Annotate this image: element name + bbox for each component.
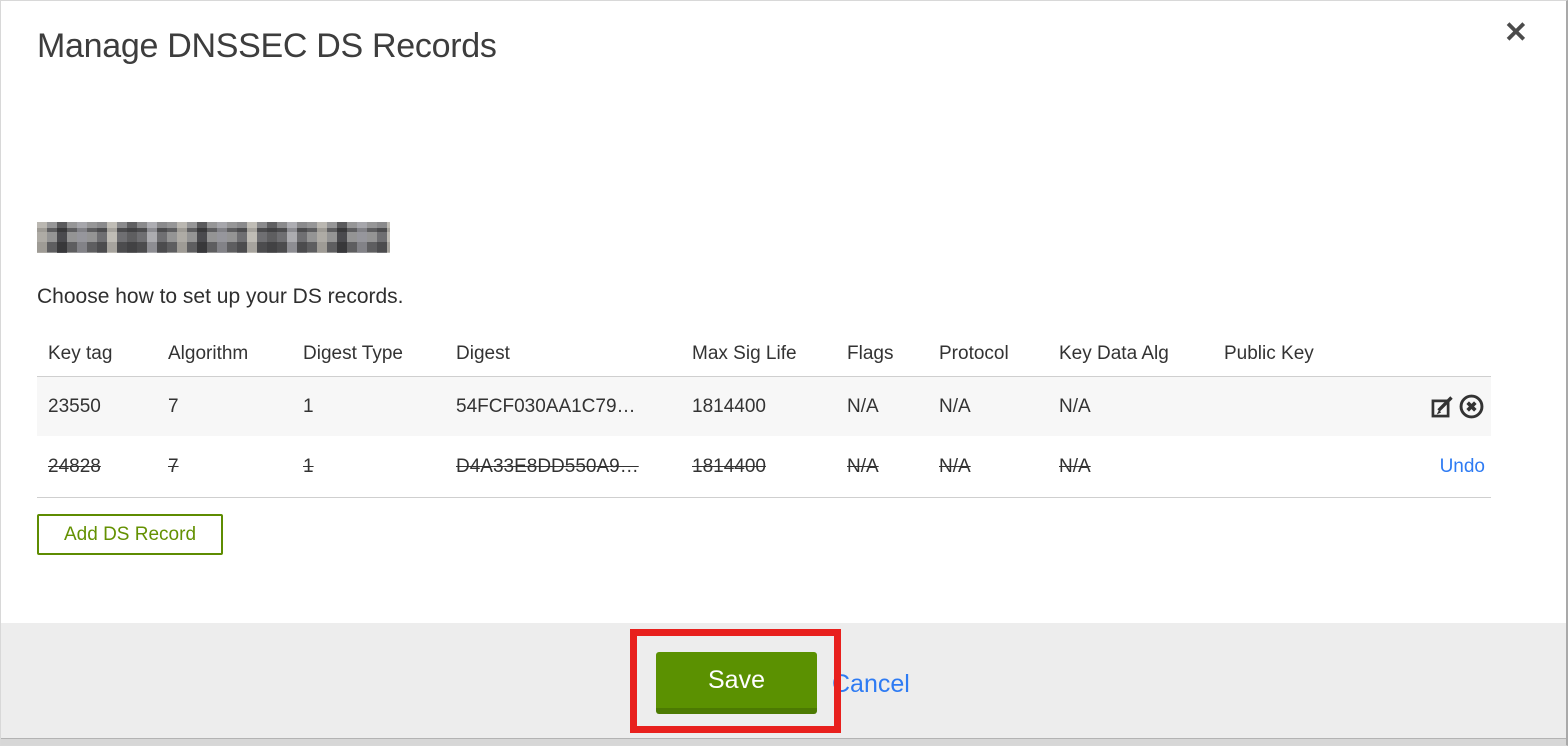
cell-digest: D4A33E8DD550A9… <box>456 455 639 477</box>
cell-key-tag: 24828 <box>48 455 101 477</box>
undo-link[interactable]: Undo <box>1440 456 1485 478</box>
close-icon[interactable]: ✕ <box>1504 19 1528 48</box>
col-header-key-data-alg: Key Data Alg <box>1059 342 1169 364</box>
col-header-flags: Flags <box>847 342 894 364</box>
table-row-deleted-record: 24828 7 1 D4A33E8DD550A9… 1814400 N/A N/… <box>37 436 1491 498</box>
table-header-row: Key tag Algorithm Digest Type Digest Max… <box>37 331 1491 377</box>
row-actions: Undo <box>1361 456 1491 478</box>
col-header-digest-type: Digest Type <box>303 342 403 364</box>
col-header-key-tag: Key tag <box>48 342 113 364</box>
row-actions <box>1361 393 1491 420</box>
col-header-algorithm: Algorithm <box>168 342 249 364</box>
cell-key-data-alg: N/A <box>1059 455 1091 477</box>
cell-algorithm: 7 <box>168 455 179 477</box>
cell-protocol: N/A <box>939 395 971 417</box>
cell-flags: N/A <box>847 455 879 477</box>
cell-key-tag: 23550 <box>48 395 101 417</box>
cell-max-sig-life: 1814400 <box>692 455 766 477</box>
save-button[interactable]: Save <box>656 652 817 714</box>
cell-key-data-alg: N/A <box>1059 395 1091 417</box>
cell-digest-type: 1 <box>303 455 314 477</box>
edit-icon[interactable] <box>1429 393 1456 420</box>
cell-flags: N/A <box>847 395 879 417</box>
cell-algorithm: 7 <box>168 395 179 417</box>
delete-icon[interactable] <box>1458 393 1485 420</box>
cancel-link[interactable]: Cancel <box>832 670 910 699</box>
ds-records-table: Key tag Algorithm Digest Type Digest Max… <box>37 331 1491 498</box>
cell-protocol: N/A <box>939 455 971 477</box>
page-title: Manage DNSSEC DS Records <box>37 27 497 65</box>
add-ds-record-button[interactable]: Add DS Record <box>37 514 224 555</box>
col-header-max-sig-life: Max Sig Life <box>692 342 797 364</box>
cell-digest: 54FCF030AA1C79… <box>456 395 636 417</box>
col-header-public-key: Public Key <box>1224 342 1314 364</box>
dnssec-dialog: Manage DNSSEC DS Records ✕ Choose how to… <box>0 0 1568 746</box>
col-header-protocol: Protocol <box>939 342 1009 364</box>
col-header-digest: Digest <box>456 342 510 364</box>
table-row-active-record: 23550 7 1 54FCF030AA1C79… 1814400 N/A N/… <box>37 377 1491 436</box>
redacted-domain-name <box>37 222 390 253</box>
window-bottom-edge <box>1 738 1566 745</box>
cell-digest-type: 1 <box>303 395 314 417</box>
instruction-text: Choose how to set up your DS records. <box>37 285 404 308</box>
cell-max-sig-life: 1814400 <box>692 395 766 417</box>
